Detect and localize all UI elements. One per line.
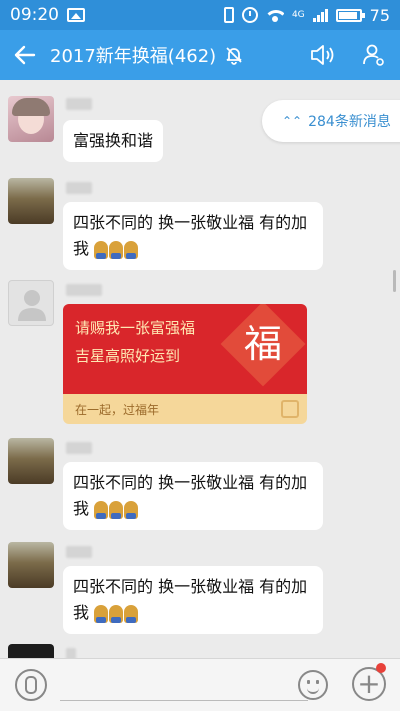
sender-name-blurred: [66, 442, 92, 454]
avatar[interactable]: [8, 644, 54, 658]
chat-header: 2017新年换福(462): [0, 30, 400, 80]
sender-name-blurred: [66, 648, 76, 658]
avatar[interactable]: [8, 178, 54, 224]
sender-name-blurred: [66, 182, 92, 194]
chat-title: 2017新年换福(462): [50, 46, 217, 67]
battery-percent: 75: [369, 5, 390, 25]
avatar[interactable]: [8, 542, 54, 588]
message-bubble[interactable]: 四张不同的 换一张敬业福 有的加我: [63, 462, 323, 530]
microphone-icon[interactable]: [15, 669, 47, 701]
input-bar: +: [0, 658, 400, 711]
praying-hands-emoji: [94, 500, 139, 519]
default-user-icon: [18, 290, 46, 321]
avatar[interactable]: [8, 96, 54, 142]
card-footer: 在一起，过福年: [75, 402, 160, 417]
new-messages-button[interactable]: ⌃⌃ 284条新消息: [262, 100, 400, 142]
speaker-icon[interactable]: [310, 44, 336, 66]
message-bubble[interactable]: 四张不同的 换一张敬业福 有的加我: [63, 566, 323, 634]
sender-name-blurred: [66, 284, 102, 296]
message-text: 富强换和谐: [73, 131, 154, 150]
wifi-icon: [266, 8, 284, 22]
vibrate-icon: [223, 7, 234, 23]
alipay-logo-icon: [281, 400, 299, 418]
new-messages-label: 284条新消息: [308, 114, 391, 130]
praying-hands-emoji: [94, 240, 139, 259]
battery-icon: [335, 8, 365, 22]
mute-bell-icon: [226, 47, 242, 65]
notification-dot: [376, 663, 386, 673]
alarm-icon: [241, 7, 258, 23]
group-members-icon[interactable]: [362, 43, 386, 67]
status-bar: 09:20 4G 75: [0, 0, 400, 30]
avatar-default[interactable]: [8, 280, 54, 326]
scrollbar-thumb[interactable]: [393, 270, 396, 292]
message-bubble[interactable]: 富强换和谐: [63, 120, 164, 162]
gallery-notification-icon: [67, 8, 85, 22]
signal-icon: [312, 8, 328, 22]
message-input[interactable]: [60, 700, 308, 701]
praying-hands-emoji: [94, 604, 139, 623]
fu-character: 福: [243, 322, 282, 366]
back-button[interactable]: [0, 30, 50, 80]
double-chevron-up-icon: ⌃⌃: [282, 114, 303, 128]
avatar[interactable]: [8, 438, 54, 484]
sender-name-blurred: [66, 98, 92, 110]
message-bubble[interactable]: 四张不同的 换一张敬业福 有的加我: [63, 202, 323, 270]
fu-card-message[interactable]: 请赐我一张富强福 吉星高照好运到 福 在一起，过福年: [63, 304, 307, 424]
status-time: 09:20: [10, 5, 59, 25]
sender-name-blurred: [66, 546, 92, 558]
emoji-icon[interactable]: [298, 670, 328, 700]
message-list[interactable]: 富强换和谐 ⌃⌃ 284条新消息 四张不同的 换一张敬业福 有的加我 请赐我一张…: [0, 80, 400, 658]
back-arrow-icon: [14, 45, 36, 65]
network-type: 4G: [291, 9, 305, 20]
